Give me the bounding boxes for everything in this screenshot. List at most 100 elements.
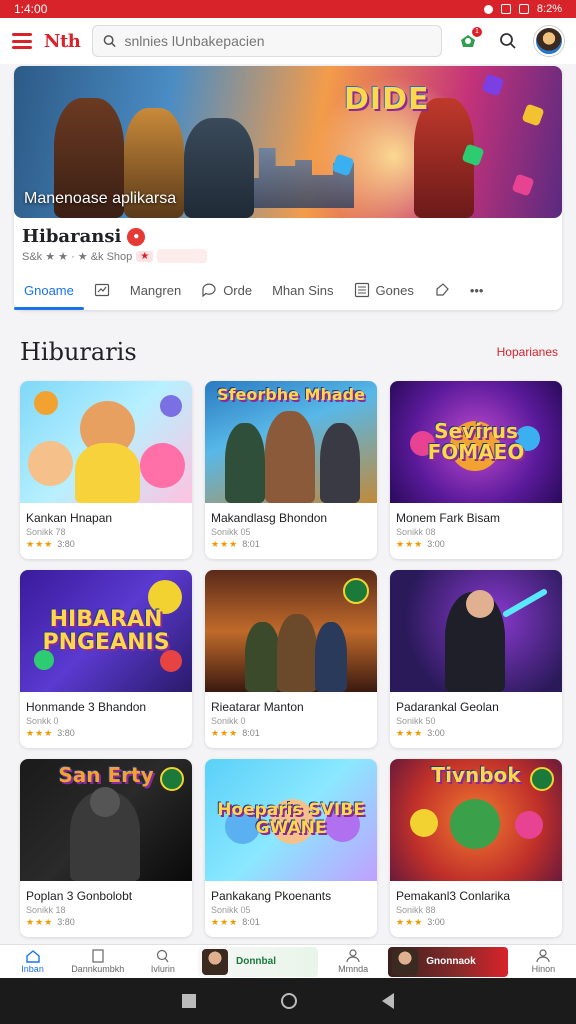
notification-badge: 1 (472, 27, 482, 37)
game-card[interactable]: Kankan Hnapan Sonikk 78 ★★★ 3:80 (20, 381, 192, 559)
nav-label: Ivlurin (150, 964, 175, 974)
hamburger-menu-icon[interactable] (12, 33, 32, 49)
rating-value: 3:00 (427, 539, 445, 549)
nav-home[interactable]: Inban (3, 949, 63, 974)
game-subtitle: Sonikk 05 (211, 527, 251, 537)
rating-value: 3:80 (57, 539, 75, 549)
game-art-title: HIBARAN PNGEANIS (42, 606, 170, 655)
nav-promo-gnonnaok[interactable]: Gnonnaok (388, 946, 509, 977)
game-thumbnail[interactable] (20, 381, 192, 503)
tab-label: Gones (375, 282, 414, 298)
home-button[interactable] (280, 993, 297, 1009)
game-name: Pemakanl3 Conlarika (396, 889, 511, 903)
star-icon: ★★★ (26, 539, 54, 549)
rewards-button[interactable]: 1 (454, 27, 482, 55)
list-icon (354, 282, 369, 298)
game-rating: ★★★ 3:80 (26, 539, 186, 550)
star-icon: ★★★ (26, 728, 54, 738)
search-button[interactable] (494, 27, 522, 55)
tab-orde[interactable]: Orde (191, 270, 262, 310)
status-time: 1:4:00 (14, 2, 48, 16)
profile-avatar[interactable] (534, 26, 564, 56)
battery-level: 8:2% (536, 3, 562, 15)
game-thumbnail[interactable]: Sfeorbhe Mhade (205, 381, 377, 503)
game-rating: ★★★ 8:01 (211, 728, 371, 739)
featured-app-title: Hibaransi (22, 226, 122, 247)
game-subtitle: Sonikk 0 (211, 716, 246, 726)
game-card[interactable]: Sfeorbhe Mhade Makandlasg Bhondon Sonikk… (205, 381, 377, 559)
game-card[interactable]: Padarankal Geolan Sonikk 50 ★★★ 3:00 (390, 570, 562, 748)
nav-library[interactable]: Dannkumbkh (68, 949, 128, 974)
game-thumbnail[interactable]: San Erty (20, 759, 192, 881)
more-tabs-button[interactable]: ••• (460, 270, 494, 310)
star-icon: ★★★ (211, 539, 239, 549)
game-art-title: Sfeorbhe Mhade (217, 385, 365, 404)
game-thumbnail[interactable]: HIBARAN PNGEANIS (20, 570, 192, 692)
tab-chart[interactable] (84, 270, 120, 310)
featured-meta-text: S&k ★ ★ · ★ &k Shop (22, 250, 133, 263)
banner-game-title: DIDE (344, 82, 430, 117)
game-card[interactable]: Tivnbok Pemakanl3 Conlarika Sonikk 88 ★★… (390, 759, 562, 937)
game-thumbnail[interactable]: Hoeparis SVIBE GWANE (205, 759, 377, 881)
game-subtitle: Sonikk 18 (26, 905, 66, 915)
game-card[interactable]: Hoeparis SVIBE GWANE Pankakang Pkoenants… (205, 759, 377, 937)
game-card[interactable]: Rieatarar Manton Sonikk 0 ★★★ 8:01 (205, 570, 377, 748)
search-input[interactable] (124, 33, 431, 49)
game-thumbnail[interactable]: Sevirus FOMAEO (390, 381, 562, 503)
nav-label: Dannkumbkh (71, 964, 125, 974)
search-bar[interactable] (92, 25, 442, 57)
tab-gnoame[interactable]: Gnoame (14, 270, 84, 310)
tab-mangren[interactable]: Mangren (120, 270, 191, 310)
wifi-icon (500, 4, 511, 14)
nav-profile[interactable]: Mmnda (323, 949, 383, 974)
game-rating: ★★★ 3:00 (396, 917, 556, 928)
tab-tag[interactable] (424, 270, 460, 310)
game-art-title: Sevirus FOMAEO (427, 419, 525, 464)
back-button[interactable] (381, 993, 394, 1009)
game-name: Monem Fark Bisam (396, 511, 501, 525)
magnifier-icon (500, 33, 516, 49)
nav-promo-donnbal[interactable]: Donnbal (197, 946, 318, 977)
category-tabs: Gnoame Mangren Orde Mhan Sins Gones ••• (14, 270, 562, 310)
tag-icon (436, 283, 449, 296)
featured-app-meta: S&k ★ ★ · ★ &k Shop ★ (14, 247, 562, 265)
game-name: Honmande 3 Bhandon (26, 700, 147, 714)
game-card[interactable]: San Erty Poplan 3 Gonbolobt Sonikk 18 ★★… (20, 759, 192, 937)
nav-account[interactable]: Hinon (513, 949, 573, 974)
star-icon: ★★★ (26, 917, 54, 927)
game-card[interactable]: Sevirus FOMAEO Monem Fark Bisam Sonikk 0… (390, 381, 562, 559)
game-art-title: Tivnbok (431, 763, 521, 787)
game-rating: ★★★ 3:00 (396, 539, 556, 550)
game-subtitle: Sonkk 0 (26, 716, 59, 726)
rating-value: 8:01 (242, 917, 260, 927)
game-grid: Kankan Hnapan Sonikk 78 ★★★ 3:80 Sfeorbhe… (20, 381, 562, 937)
game-name: Makandlasg Bhondon (211, 511, 328, 525)
person-icon (346, 949, 360, 963)
rating-value: 3:80 (57, 728, 75, 738)
rating-value: 3:80 (57, 917, 75, 927)
game-art-title: Hoeparis SVIBE GWANE (217, 800, 365, 838)
tab-label: Mhan Sins (272, 282, 334, 298)
see-all-link[interactable]: Hoparianes (497, 345, 558, 359)
rating-value: 3:00 (427, 728, 445, 738)
nav-label: Mmnda (338, 964, 369, 974)
game-card[interactable]: HIBARAN PNGEANIS Honmande 3 Bhandon Sonk… (20, 570, 192, 748)
game-thumbnail[interactable] (390, 570, 562, 692)
tab-gones[interactable]: Gones (344, 270, 424, 310)
chart-icon (94, 283, 109, 297)
nav-search[interactable]: Ivlurin (133, 949, 193, 974)
promo-label: Gnonnaok (426, 956, 476, 967)
game-rating: ★★★ 3:80 (26, 917, 186, 928)
featured-banner[interactable]: DIDE Manenoase aplikarsa (14, 66, 562, 218)
star-icon: ★★★ (396, 539, 424, 549)
tab-mhan-sins[interactable]: Mhan Sins (262, 270, 343, 310)
game-thumbnail[interactable] (205, 570, 377, 692)
app-logo[interactable]: Nth (44, 31, 81, 52)
game-thumbnail[interactable]: Tivnbok (390, 759, 562, 881)
chat-icon (202, 283, 216, 298)
game-subtitle: Sonikk 78 (26, 527, 66, 537)
section-header: Hiburaris Hoparianes (20, 338, 558, 366)
recents-button[interactable] (182, 994, 197, 1008)
game-subtitle: Sonikk 88 (396, 905, 436, 915)
promo-label: Donnbal (235, 956, 276, 967)
